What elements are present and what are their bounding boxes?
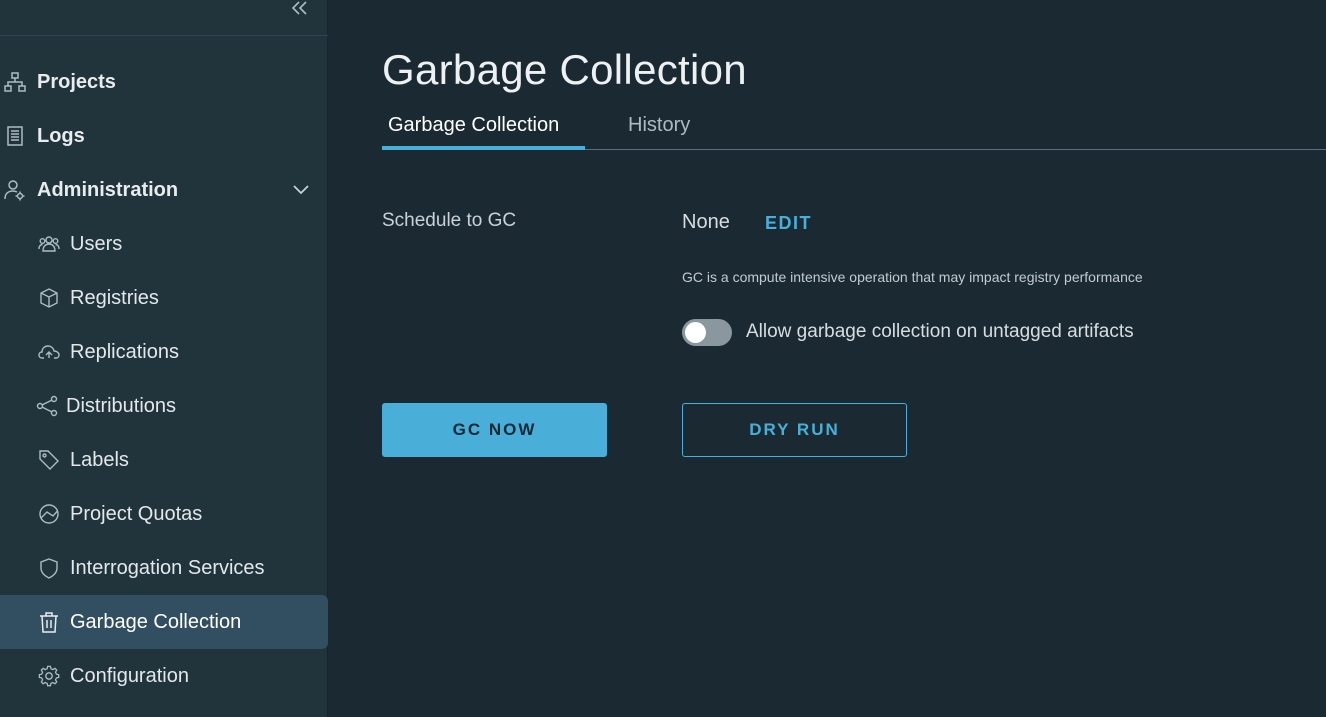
- sidebar-item-label: Registries: [70, 286, 159, 309]
- registries-icon: [38, 287, 60, 309]
- users-icon: [38, 233, 60, 255]
- sidebar-item-label: Users: [70, 232, 123, 255]
- schedule-value: None: [682, 211, 730, 233]
- gc-hint-text: GC is a compute intensive operation that…: [682, 269, 1143, 285]
- sidebar-item-replications[interactable]: Replications: [0, 325, 328, 379]
- sidebar-item-interrogation-services[interactable]: Interrogation Services: [0, 541, 328, 595]
- app: Projects Logs Administration Users Regis…: [0, 0, 1326, 717]
- sidebar-item-label: Replications: [70, 340, 179, 363]
- trash-icon: [38, 611, 60, 633]
- logs-icon: [4, 125, 26, 147]
- distributions-icon: [36, 395, 58, 417]
- sidebar-divider: [0, 35, 328, 36]
- sidebar-item-configuration[interactable]: Configuration: [0, 649, 328, 703]
- sidebar-item-project-quotas[interactable]: Project Quotas: [0, 487, 328, 541]
- dry-run-button[interactable]: DRY RUN: [682, 403, 907, 457]
- chevron-down-icon[interactable]: [292, 181, 310, 199]
- sidebar-item-distributions[interactable]: Distributions: [0, 379, 328, 433]
- sidebar-item-label: Labels: [70, 448, 129, 471]
- sidebar: Projects Logs Administration Users Regis…: [0, 0, 328, 717]
- collapse-sidebar-icon[interactable]: [290, 0, 314, 20]
- toggle-label: Allow garbage collection on untagged art…: [746, 321, 1134, 342]
- sidebar-item-labels[interactable]: Labels: [0, 433, 328, 487]
- untagged-artifacts-toggle-row: Allow garbage collection on untagged art…: [682, 318, 1134, 346]
- sidebar-item-garbage-collection[interactable]: Garbage Collection: [0, 595, 328, 649]
- sidebar-item-label: Projects: [37, 70, 116, 93]
- replications-icon: [38, 341, 60, 363]
- untagged-artifacts-toggle[interactable]: [682, 318, 732, 346]
- project-quotas-icon: [38, 503, 60, 525]
- toggle-knob: [685, 321, 706, 343]
- sidebar-item-label: Interrogation Services: [70, 556, 265, 579]
- sidebar-item-administration[interactable]: Administration: [0, 163, 328, 217]
- gc-now-button[interactable]: GC NOW: [382, 403, 607, 457]
- page-title: Garbage Collection: [382, 46, 747, 93]
- sidebar-item-users[interactable]: Users: [0, 217, 328, 271]
- schedule-label: Schedule to GC: [382, 210, 517, 231]
- sidebar-item-projects[interactable]: Projects: [0, 55, 328, 109]
- labels-icon: [38, 449, 60, 471]
- sidebar-item-label: Configuration: [70, 664, 189, 687]
- sidebar-item-logs[interactable]: Logs: [0, 109, 328, 163]
- sidebar-item-label: Project Quotas: [70, 502, 203, 525]
- projects-icon: [4, 71, 26, 93]
- shield-icon: [38, 557, 60, 579]
- tab-garbage-collection[interactable]: Garbage Collection: [382, 108, 585, 150]
- sidebar-item-label: Logs: [37, 124, 85, 147]
- sidebar-item-label: Distributions: [66, 394, 177, 417]
- tab-history[interactable]: History: [622, 108, 696, 150]
- sidebar-item-label: Administration: [37, 178, 179, 201]
- sidebar-item-label: Garbage Collection: [70, 610, 242, 633]
- main-content: Garbage Collection Garbage Collection Hi…: [328, 0, 1326, 717]
- gear-icon: [38, 665, 60, 687]
- tab-bar: Garbage Collection History: [382, 108, 1326, 150]
- edit-schedule-button[interactable]: EDIT: [765, 213, 812, 234]
- sidebar-item-registries[interactable]: Registries: [0, 271, 328, 325]
- administration-icon: [4, 179, 26, 201]
